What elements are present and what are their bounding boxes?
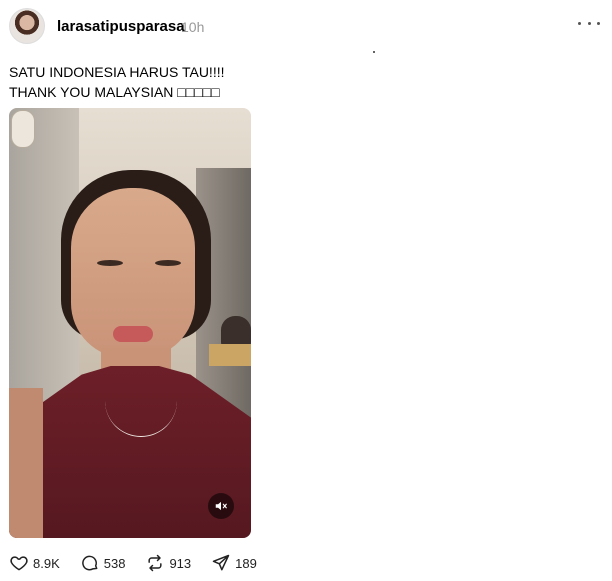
mute-button[interactable] xyxy=(208,493,234,519)
repost-icon xyxy=(148,554,163,572)
more-horizontal-icon xyxy=(578,21,581,25)
post-timestamp: 10h xyxy=(181,19,205,35)
like-button[interactable]: 8.9K xyxy=(9,553,60,573)
share-count: 189 xyxy=(235,555,257,571)
like-count: 8.9K xyxy=(33,555,60,571)
comment-button[interactable]: 538 xyxy=(80,553,126,573)
repost-count: 913 xyxy=(169,555,192,571)
comment-bubble-icon xyxy=(81,555,98,571)
post-caption: SATU INDONESIA HARUS TAU!!!! THANK YOU M… xyxy=(9,62,224,102)
send-icon xyxy=(212,554,230,571)
repost-button[interactable]: 913 xyxy=(145,553,191,573)
caption-line-2: THANK YOU MALAYSIAN □□□□□ xyxy=(9,84,220,100)
more-options-button[interactable] xyxy=(578,16,600,30)
action-bar: 8.9K 538 913 189 xyxy=(9,552,277,574)
post-card: larasatipusparasa 10h SATU INDONESIA HAR… xyxy=(0,0,612,581)
video-player[interactable] xyxy=(9,108,251,538)
caption-line-1: SATU INDONESIA HARUS TAU!!!! xyxy=(9,64,225,80)
decorative-dot xyxy=(373,51,375,53)
comment-count: 538 xyxy=(103,555,126,571)
volume-off-icon xyxy=(215,501,227,511)
avatar[interactable] xyxy=(9,8,45,44)
share-button[interactable]: 189 xyxy=(211,553,257,573)
heart-icon xyxy=(10,556,28,571)
username-link[interactable]: larasatipusparasa xyxy=(57,18,185,35)
